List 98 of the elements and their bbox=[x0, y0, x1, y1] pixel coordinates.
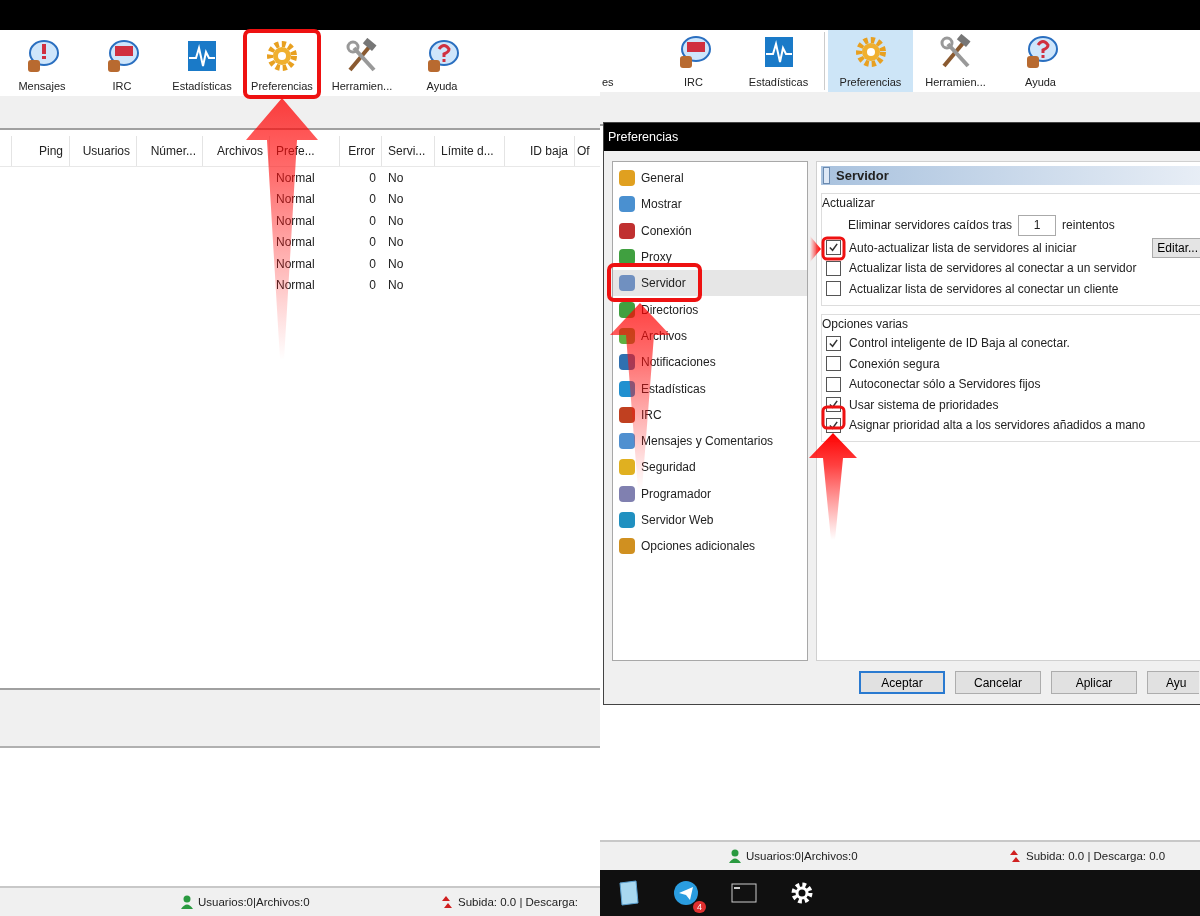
table-cell: Normal bbox=[276, 235, 315, 250]
toolbar-button[interactable]: Estadísticas bbox=[736, 30, 821, 92]
panel-title: Servidor bbox=[836, 168, 889, 183]
checkbox[interactable] bbox=[826, 376, 841, 392]
server-icon bbox=[823, 167, 830, 184]
option-label: Autoconectar sólo a Servidores fijos bbox=[849, 377, 1041, 392]
toolbar-button[interactable]: es bbox=[600, 30, 626, 92]
table-cell: Normal bbox=[276, 192, 315, 207]
table-cell: 0 bbox=[369, 170, 376, 185]
toolbar-button[interactable]: Preferencias bbox=[828, 30, 913, 92]
column-header[interactable]: Servi... bbox=[388, 144, 426, 158]
table-cell: Normal bbox=[276, 256, 315, 271]
category-icon bbox=[619, 538, 635, 555]
option-label: Actualizar lista de servidores al conectar a un servidor bbox=[849, 261, 1137, 276]
category-icon bbox=[619, 459, 635, 476]
highlight-frame bbox=[821, 405, 846, 430]
table-cell: Normal bbox=[276, 278, 315, 293]
category-item[interactable]: General bbox=[613, 165, 807, 192]
category-item[interactable]: Conexión bbox=[613, 217, 807, 244]
transfer-arrows-icon bbox=[440, 895, 454, 909]
transfer-arrows-icon bbox=[1008, 849, 1022, 863]
toolbar-button[interactable]: IRC bbox=[82, 34, 162, 96]
toolbar-button[interactable]: Estadísticas bbox=[162, 34, 242, 96]
option-label: Conexión segura bbox=[849, 356, 940, 371]
transfer-text: Subida: 0.0 | Descarga: bbox=[458, 896, 578, 908]
category-icon bbox=[619, 433, 635, 450]
highlight-frame bbox=[821, 236, 846, 261]
category-icon bbox=[619, 170, 635, 187]
category-item[interactable]: Proxy bbox=[613, 243, 807, 271]
annotation-arrow bbox=[810, 236, 821, 262]
table-cell: 0 bbox=[369, 213, 376, 228]
dialog-button[interactable]: Aceptar bbox=[859, 671, 945, 694]
category-item[interactable]: Mostrar bbox=[613, 191, 807, 218]
category-item[interactable]: Servidor Web bbox=[613, 506, 807, 534]
option-label: Auto-actualizar lista de servidores al iniciar bbox=[849, 240, 1077, 255]
user-icon bbox=[728, 849, 742, 863]
category-item[interactable]: Opciones adicionales bbox=[613, 533, 807, 560]
group-title: Opciones varias bbox=[822, 316, 910, 331]
option-label: Actualizar lista de servidores al conectar un cliente bbox=[849, 281, 1119, 296]
category-icon bbox=[619, 485, 635, 502]
category-item[interactable]: Programador bbox=[613, 480, 807, 507]
table-cell: No bbox=[388, 192, 404, 207]
toolbar-button[interactable]: Herramien... bbox=[913, 30, 998, 92]
column-header[interactable]: Ping bbox=[38, 144, 63, 158]
notification-badge: 4 bbox=[693, 901, 706, 913]
table-cell: Normal bbox=[276, 213, 315, 228]
user-icon bbox=[180, 895, 194, 909]
column-header[interactable]: Límite d... bbox=[441, 144, 494, 158]
edit-button[interactable]: Editar... bbox=[1152, 237, 1200, 258]
option-label: Control inteligente de ID Baja al conectar. bbox=[849, 336, 1070, 351]
dialog-button[interactable]: Aplicar bbox=[1051, 671, 1137, 694]
transfer-text: Subida: 0.0 | Descarga: 0.0 bbox=[1026, 850, 1166, 862]
gear-icon bbox=[264, 38, 300, 74]
column-header[interactable]: Error bbox=[348, 144, 375, 158]
category-icon bbox=[619, 196, 635, 213]
option-label: Asignar prioridad alta a los servidores añadidos a mano bbox=[849, 418, 1146, 433]
category-item[interactable]: Servidor bbox=[613, 270, 807, 297]
retry-count-field[interactable]: 1 bbox=[1018, 214, 1057, 236]
dialog-button[interactable]: Cancelar bbox=[955, 671, 1041, 694]
table-cell: 0 bbox=[369, 278, 376, 293]
toolbar-button[interactable]: Ayuda bbox=[998, 30, 1083, 92]
column-header[interactable]: Usuarios bbox=[82, 144, 130, 158]
checkmark-icon bbox=[828, 337, 839, 349]
dialog-button[interactable]: Ayu bbox=[1147, 671, 1199, 694]
table-cell: 0 bbox=[369, 256, 376, 271]
table-cell: No bbox=[388, 278, 404, 293]
table-cell: No bbox=[388, 170, 404, 185]
toolbar-button[interactable]: Mensajes bbox=[2, 34, 82, 96]
checkbox[interactable] bbox=[826, 335, 841, 351]
retry-label: Eliminar servidores caídos tras bbox=[848, 218, 1013, 232]
column-header[interactable]: ID baja bbox=[529, 144, 568, 158]
toolbar-button[interactable]: Ayuda bbox=[402, 34, 482, 96]
users-files-text: Usuarios:0|Archivos:0 bbox=[746, 850, 858, 862]
group-title: Actualizar bbox=[822, 196, 876, 210]
toolbar-button[interactable]: Herramien... bbox=[322, 34, 402, 96]
category-item[interactable]: Mensajes y Comentarios bbox=[613, 427, 807, 455]
toolbar-button[interactable]: Preferencias bbox=[242, 34, 322, 96]
column-header[interactable]: Archivos bbox=[217, 144, 263, 158]
table-cell: 0 bbox=[369, 235, 376, 250]
category-icon bbox=[619, 512, 635, 528]
option-label: Usar sistema de prioridades bbox=[849, 397, 999, 412]
checkbox[interactable] bbox=[826, 240, 841, 256]
users-files-text: Usuarios:0|Archivos:0 bbox=[198, 896, 310, 908]
table-cell: No bbox=[388, 235, 404, 250]
retry-unit: reintentos bbox=[1062, 218, 1115, 232]
category-icon bbox=[619, 275, 635, 292]
column-header[interactable]: Of bbox=[577, 144, 590, 158]
category-icon bbox=[619, 222, 635, 239]
toolbar-button[interactable]: IRC bbox=[651, 30, 736, 92]
category-item[interactable]: Seguridad bbox=[613, 454, 807, 481]
column-header[interactable]: Númer... bbox=[150, 144, 196, 158]
dialog-title: Preferencias bbox=[608, 130, 679, 144]
table-cell: No bbox=[388, 213, 404, 228]
checkbox[interactable] bbox=[826, 281, 841, 297]
checkbox[interactable] bbox=[826, 356, 841, 372]
checkmark-icon bbox=[828, 242, 839, 254]
table-cell: No bbox=[388, 256, 404, 271]
table-cell: 0 bbox=[369, 192, 376, 207]
